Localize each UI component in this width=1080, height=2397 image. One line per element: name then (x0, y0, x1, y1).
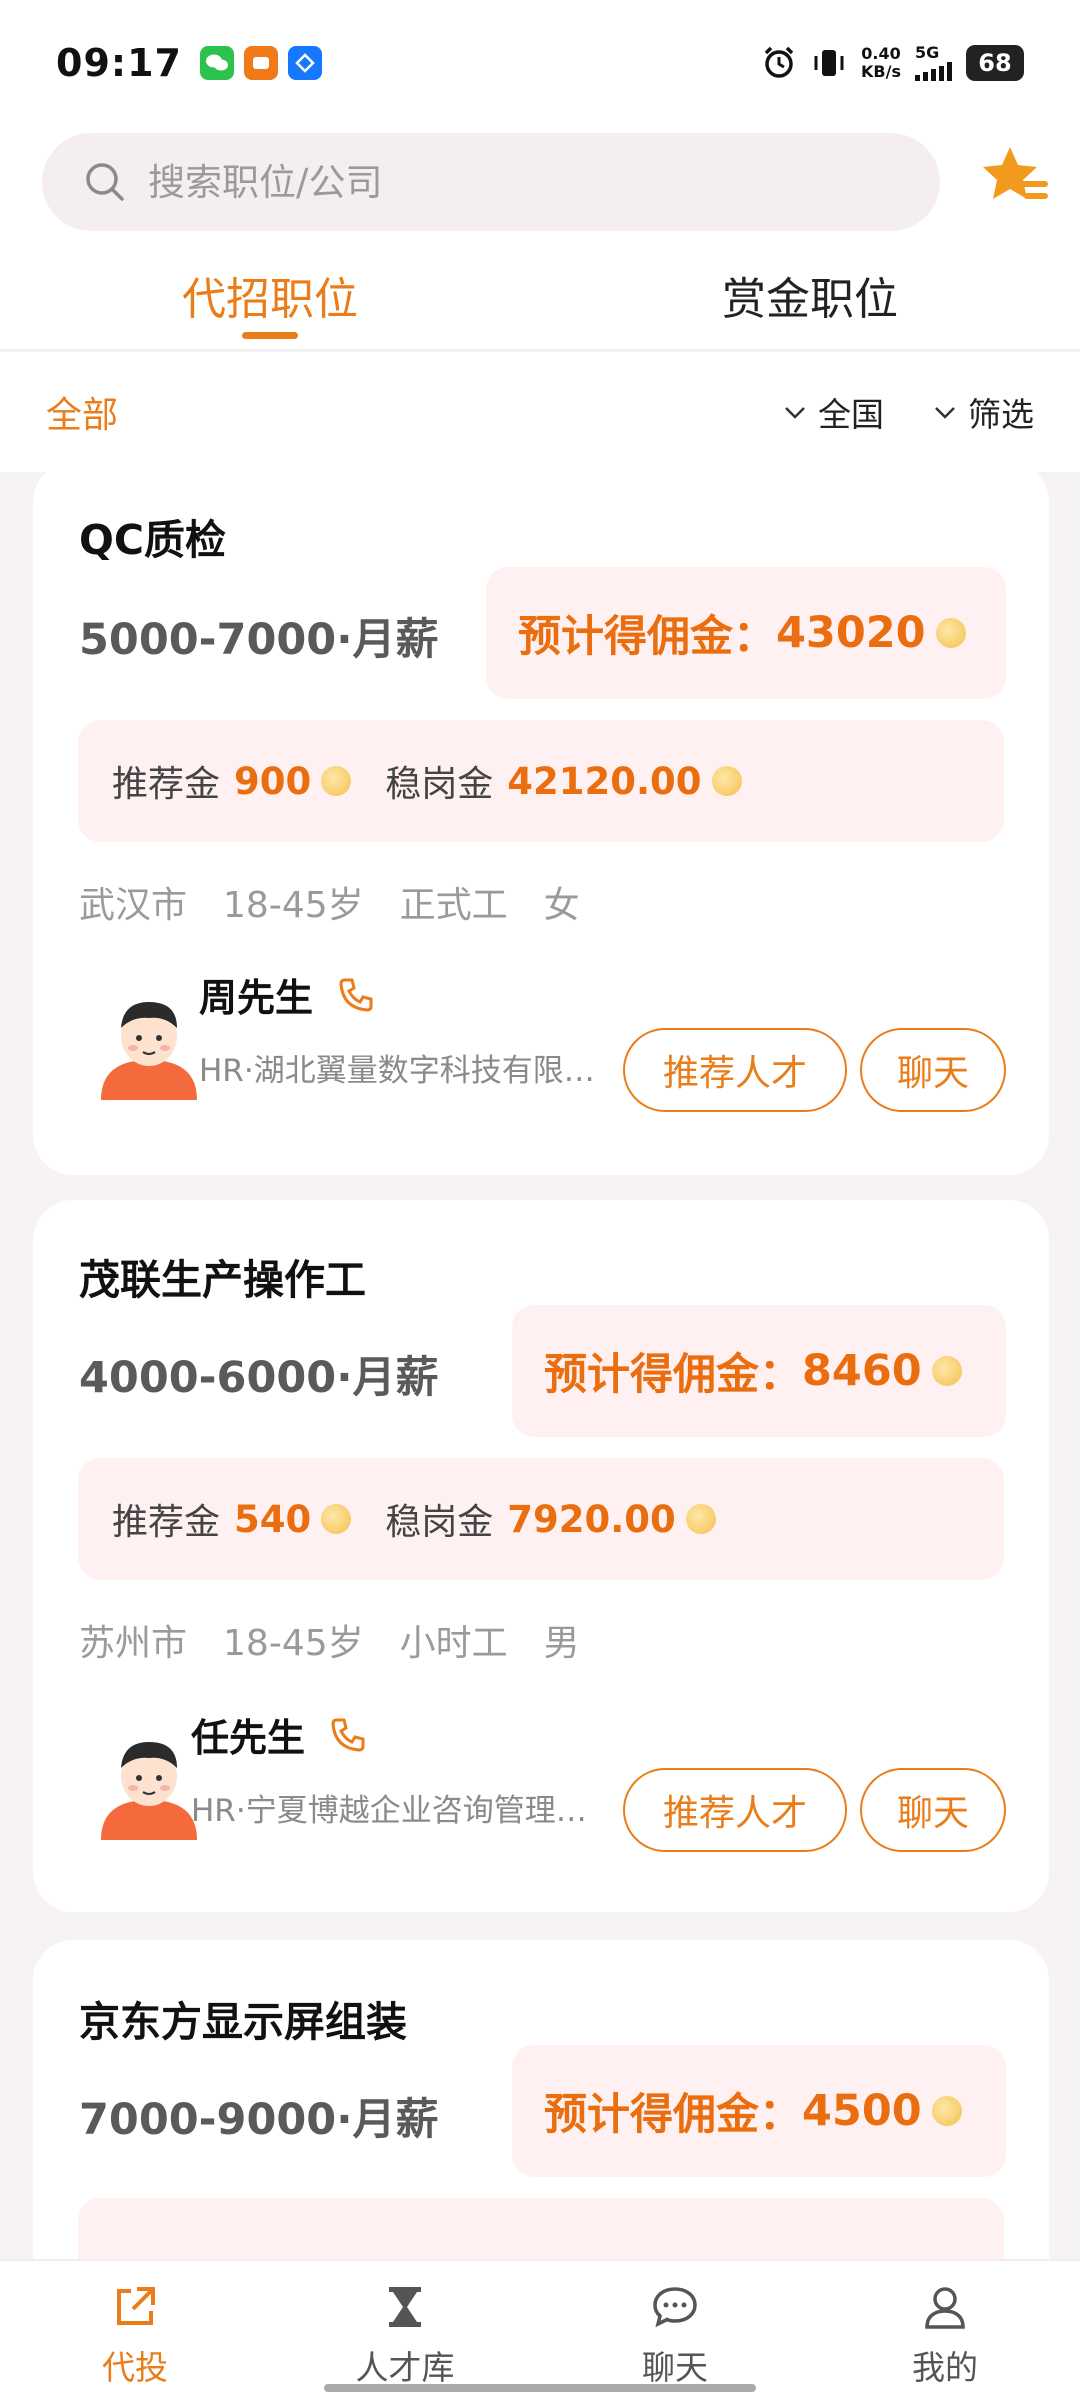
search-bar[interactable] (42, 133, 940, 231)
nav-item-profile[interactable]: 我的 (810, 2261, 1080, 2397)
hr-company: HR·湖北翼量数字科技有限公司 (199, 1053, 619, 1089)
coin-icon (711, 766, 742, 796)
app-icon-blue (287, 45, 322, 80)
filter-row: 全部 全国 筛选 (0, 352, 1080, 472)
coin-icon (321, 1504, 352, 1534)
filter-all[interactable]: 全部 (46, 386, 118, 438)
signal-indicator: 5G (915, 44, 952, 81)
region-filter[interactable]: 全国 (784, 388, 884, 436)
retention-value: 42120.00 (507, 759, 702, 803)
job-title: 京东方显示屏组装 (79, 1998, 407, 2046)
job-tags: 武汉市 18-45岁 正式工女 (79, 885, 580, 926)
home-indicator[interactable] (324, 2384, 756, 2392)
coin-icon (931, 1356, 962, 1386)
chat-button[interactable]: 聊天 (860, 1028, 1006, 1112)
chevron-down-icon (935, 407, 955, 419)
active-tab-indicator (242, 332, 298, 339)
hr-name: 任先生 (191, 1707, 367, 1762)
job-title: QC质检 (79, 516, 226, 564)
app-icon-orange (243, 45, 278, 80)
nav-item-talent-pool[interactable]: 人才库 (270, 2261, 540, 2397)
share-icon (117, 2287, 155, 2325)
hourglass-icon (389, 2287, 421, 2327)
status-right: 0.40 KB/s 5G 68 (761, 43, 1024, 81)
recommend-talent-button[interactable]: 推荐人才 (623, 1028, 847, 1112)
job-card[interactable]: 茂联生产操作工 4000-6000·月薪 预计得佣金： 8460 推荐金 540 稳… (33, 1200, 1049, 1912)
job-card[interactable]: 京东方显示屏组装 7000-9000·月薪 预计得佣金： 4500 (33, 1940, 1049, 2260)
search-input[interactable] (148, 160, 848, 204)
commission-value: 4500 (802, 2086, 922, 2136)
commission-value: 8460 (802, 1346, 922, 1396)
bonus-box: 推荐金 900 稳岗金 42120.00 (78, 720, 1004, 842)
commission-box: 预计得佣金： 43020 (486, 567, 1006, 699)
phone-icon[interactable] (337, 976, 375, 1014)
job-card[interactable]: QC质检 5000-7000·月薪 预计得佣金： 43020 推荐金 900 稳岗金… (33, 472, 1049, 1175)
chevron-down-icon (785, 407, 805, 419)
referral-value: 900 (234, 759, 312, 803)
job-tags: 苏州市 18-45岁 小时工男 (79, 1623, 580, 1664)
coin-icon (935, 618, 966, 648)
job-list[interactable]: QC质检 5000-7000·月薪 预计得佣金： 43020 推荐金 900 稳岗金… (0, 472, 1080, 2260)
hr-company: HR·宁夏博越企业咨询管理有限公司 (191, 1793, 611, 1829)
more-filter[interactable]: 筛选 (934, 388, 1034, 436)
nav-item-chat[interactable]: 聊天 (540, 2261, 810, 2397)
referral-value: 540 (234, 1497, 312, 1541)
job-tabs: 代招职位 赏金职位 (0, 255, 1080, 350)
job-salary: 4000-6000·月薪 (79, 1353, 439, 1403)
recommend-talent-button[interactable]: 推荐人才 (623, 1768, 847, 1852)
commission-box: 预计得佣金： 8460 (512, 1305, 1006, 1437)
divider (0, 349, 1080, 351)
notification-icons (199, 45, 322, 80)
coin-icon (931, 2096, 962, 2126)
wechat-icon (199, 45, 234, 80)
hr-name: 周先生 (199, 967, 375, 1022)
chat-bubble-icon (653, 2287, 697, 2328)
coin-icon (685, 1504, 716, 1534)
commission-box: 预计得佣金： 4500 (512, 2045, 1006, 2177)
job-title: 茂联生产操作工 (79, 1256, 366, 1304)
nav-item-delivery[interactable]: 代投 (0, 2261, 270, 2397)
bonus-box (78, 2198, 1004, 2260)
alarm-icon (764, 46, 794, 78)
network-speed: 0.40 KB/s (861, 43, 901, 81)
job-salary: 7000-9000·月薪 (79, 2095, 439, 2145)
header: 代招职位 赏金职位 (0, 125, 1080, 351)
vibrate-icon (814, 49, 844, 76)
phone-icon[interactable] (329, 1716, 367, 1754)
battery-indicator: 68 (966, 44, 1024, 81)
coin-icon (321, 766, 352, 796)
retention-value: 7920.00 (507, 1497, 676, 1541)
favorites-button[interactable] (980, 143, 1052, 215)
chat-button[interactable]: 聊天 (860, 1768, 1006, 1852)
commission-value: 43020 (776, 608, 926, 658)
status-bar: 09:17 0.40 KB/s 5G 68 (0, 0, 1080, 125)
tab-bounty-jobs[interactable]: 赏金职位 (540, 255, 1080, 350)
status-time: 09:17 (56, 40, 182, 85)
search-icon (86, 163, 124, 201)
bottom-nav: 代投 人才库 聊天 我的 (0, 2259, 1080, 2397)
avatar (101, 1002, 197, 1100)
job-salary: 5000-7000·月薪 (79, 615, 439, 665)
user-icon (925, 2287, 965, 2329)
star-list-icon (983, 147, 1048, 199)
bonus-box: 推荐金 540 稳岗金 7920.00 (78, 1458, 1004, 1580)
